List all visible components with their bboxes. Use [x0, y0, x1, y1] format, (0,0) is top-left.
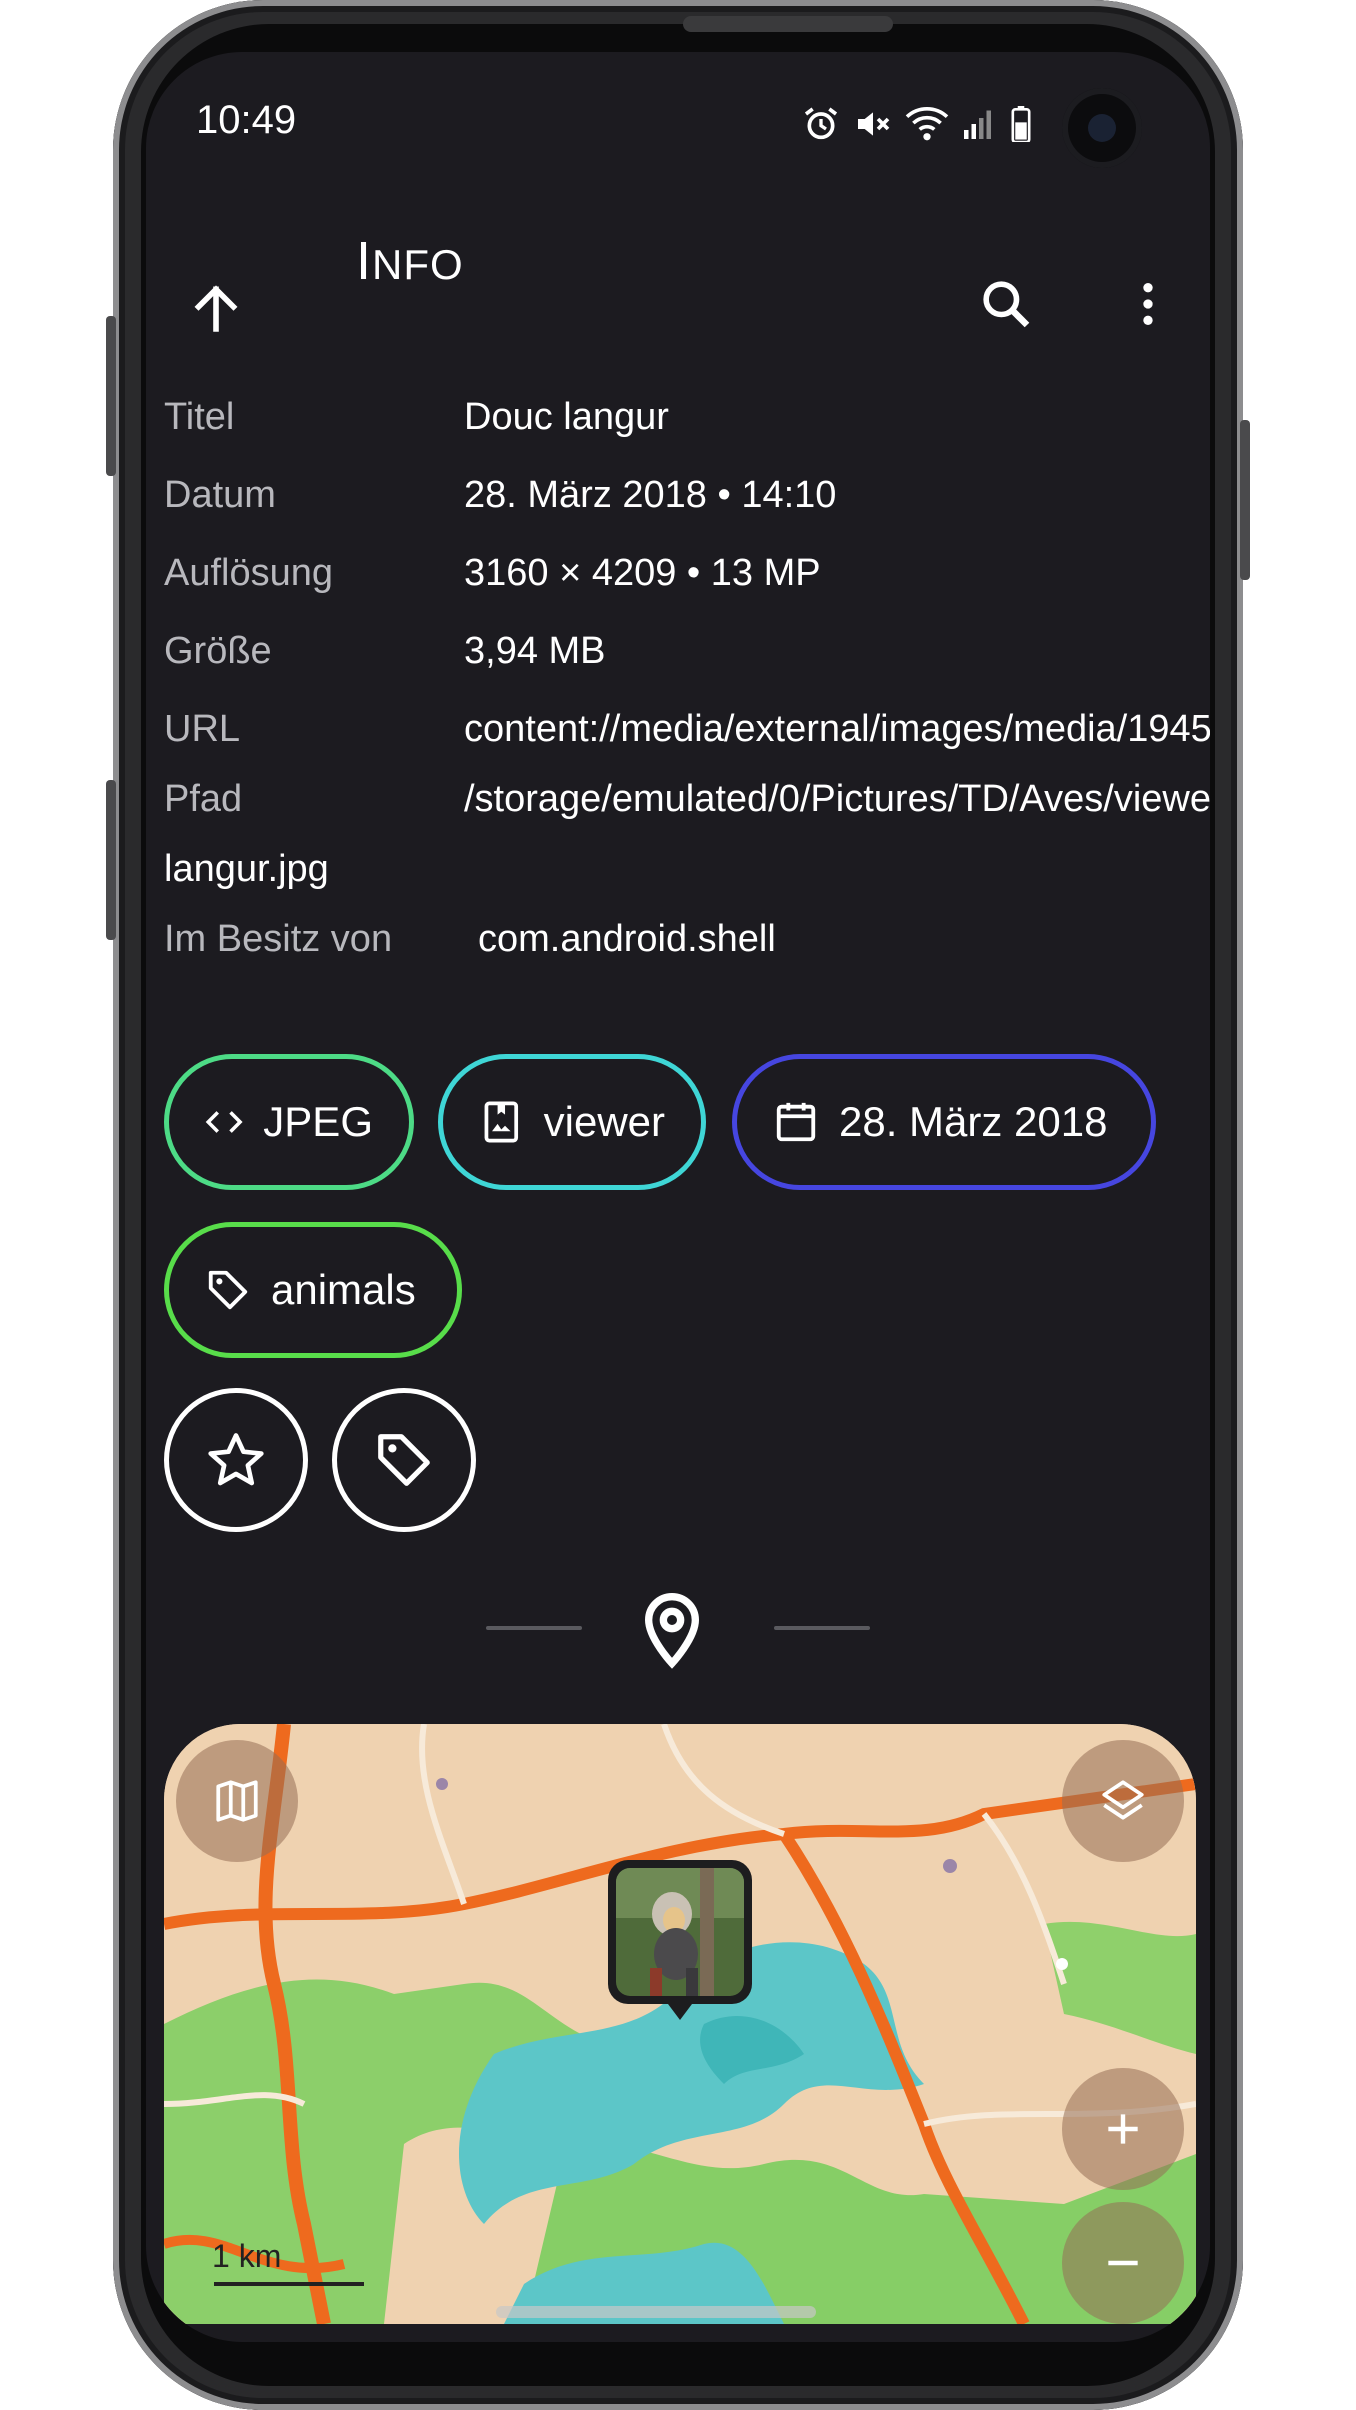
chip-label: viewer [543, 1098, 665, 1145]
chip-format[interactable]: JPEG [164, 1054, 414, 1190]
map-scale-bar [214, 2282, 364, 2286]
info-label: Größe [164, 630, 272, 672]
edit-tags-button[interactable] [332, 1388, 476, 1532]
info-value: content://media/external/images/media/19… [464, 708, 1210, 750]
phone-speaker [683, 16, 893, 32]
star-icon [208, 1433, 264, 1486]
app-screen: 10:49 INFO Titel Douc langur Datum 28. Mär… [146, 52, 1210, 2342]
phone-volume-up-button [106, 316, 116, 476]
info-row-title: Titel Douc langur [164, 382, 1184, 452]
chip-label: JPEG [263, 1098, 373, 1145]
location-divider-left [486, 1626, 582, 1630]
map-style-button[interactable] [176, 1740, 298, 1862]
map-scale-label: 1 km [212, 2238, 282, 2274]
location-divider-right [774, 1626, 870, 1630]
alarm-icon [804, 107, 838, 140]
marker-thumbnail [616, 1868, 744, 1996]
phone-power-button [1240, 420, 1250, 580]
front-camera [1062, 88, 1142, 168]
douc-langur-thumbnail [616, 1868, 744, 1996]
battery-icon [1011, 106, 1031, 142]
map-layers-button[interactable] [1062, 1740, 1184, 1862]
location-pin-icon [644, 1593, 700, 1669]
signal-icon [964, 110, 991, 139]
wifi-icon [905, 106, 949, 141]
zoom-in-button[interactable] [1062, 2068, 1184, 2190]
info-value: 3,94 MB [464, 630, 606, 672]
tag-icon [208, 1270, 248, 1310]
info-label: Im Besitz von [164, 918, 393, 960]
more-vert-icon [1143, 283, 1153, 325]
info-row-owner: Im Besitz von com.android.shell [164, 904, 1184, 974]
chip-album[interactable]: viewer [438, 1054, 706, 1190]
minus-icon [1108, 2260, 1138, 2266]
info-label: Datum [164, 474, 276, 516]
search-button[interactable] [966, 264, 1046, 344]
info-section: Titel Douc langur Datum 28. März 2018 • 14… [164, 382, 1210, 974]
layers-icon [1102, 1780, 1144, 1820]
info-row-path: Pfad /storage/emulated/0/Pictures/TD/Ave… [164, 764, 1210, 904]
marker-tip [668, 2004, 692, 2020]
info-value: 28. März 2018 • 14:10 [464, 474, 837, 516]
plus-icon [1108, 2114, 1138, 2144]
chip-label: animals [271, 1266, 416, 1313]
info-label: Auflösung [164, 552, 334, 594]
status-time: 10:49 [196, 98, 297, 142]
info-value: com.android.shell [478, 918, 776, 960]
info-row-resolution: Auflösung 3160 × 4209 • 13 MP [164, 538, 1184, 608]
mute-icon [858, 112, 890, 136]
image-album-icon [484, 1101, 519, 1143]
info-value: /storage/emulated/0/Pictures/TD/Aves/vie… [164, 778, 1210, 890]
info-row-size: Größe 3,94 MB [164, 616, 1184, 686]
back-button[interactable] [176, 268, 256, 348]
chip-label: 28. März 2018 [839, 1098, 1108, 1145]
zoom-out-button[interactable] [1062, 2202, 1184, 2324]
map-icon [216, 1780, 258, 1822]
info-value: Douc langur [464, 396, 669, 438]
location-map[interactable]: 1 km [164, 1724, 1196, 2324]
info-label: Pfad [164, 778, 243, 820]
tag-outline-icon [378, 1434, 430, 1486]
chip-tag[interactable]: animals [164, 1222, 462, 1358]
arrow-up-icon [194, 285, 238, 332]
gesture-handle [496, 2306, 816, 2318]
info-row-url: URL content://media/external/images/medi… [164, 694, 1210, 764]
photo-location-marker[interactable] [608, 1860, 752, 2020]
info-label: Titel [164, 396, 235, 438]
info-value: 3160 × 4209 • 13 MP [464, 552, 821, 594]
chip-date[interactable]: 28. März 2018 [732, 1054, 1156, 1190]
calendar-icon [776, 1102, 816, 1142]
info-label: URL [164, 708, 241, 750]
search-icon [983, 281, 1030, 328]
status-icons [801, 104, 1033, 144]
map-tiles [164, 1724, 1196, 2324]
favourite-button[interactable] [164, 1388, 308, 1532]
info-row-date: Datum 28. März 2018 • 14:10 [164, 460, 1184, 530]
phone-volume-down-button [106, 780, 116, 940]
page-title: INFO [356, 231, 464, 291]
code-icon [205, 1111, 243, 1133]
more-options-button[interactable] [1108, 264, 1188, 344]
